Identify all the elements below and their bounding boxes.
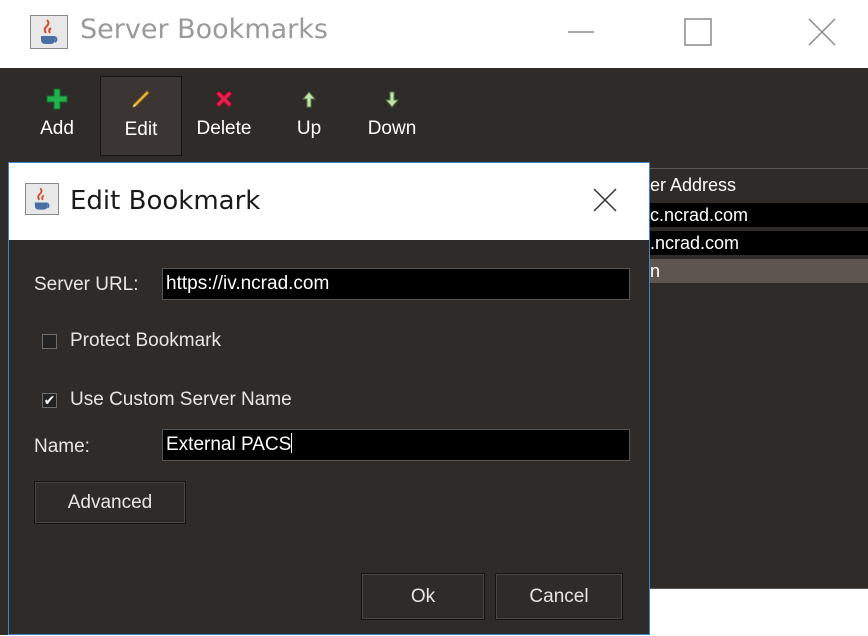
checkmark-icon: ✔ (43, 392, 56, 409)
add-label: Add (40, 118, 74, 139)
up-label: Up (296, 118, 322, 139)
java-cup-icon (30, 15, 68, 49)
server-url-label: Server URL: (34, 274, 139, 295)
plus-icon (46, 76, 68, 110)
window-title: Server Bookmarks (80, 14, 328, 45)
server-url-input[interactable]: https://iv.ncrad.com (162, 268, 630, 300)
table-header[interactable]: er Address (648, 173, 868, 197)
maximize-icon[interactable] (668, 10, 728, 54)
ok-button[interactable]: Ok (361, 573, 485, 620)
minimize-icon[interactable] (551, 10, 611, 54)
edit-button[interactable]: Edit (100, 76, 182, 156)
name-label: Name: (34, 436, 90, 457)
delete-button[interactable]: Delete (188, 76, 260, 156)
table-row[interactable]: .ncrad.com (648, 231, 868, 255)
name-input[interactable]: External PACS (162, 429, 630, 461)
custom-server-name-checkbox[interactable]: ✔ (42, 393, 57, 408)
dialog-title: Edit Bookmark (70, 186, 261, 216)
window-bottom-edge (648, 588, 868, 636)
protect-bookmark-checkbox[interactable] (42, 334, 57, 349)
close-icon[interactable] (792, 10, 852, 54)
text-cursor (291, 433, 293, 453)
arrow-down-icon (384, 76, 400, 110)
add-button[interactable]: Add (28, 76, 86, 156)
table-row[interactable]: c.ncrad.com (648, 203, 868, 227)
table-row[interactable]: n (648, 259, 868, 283)
java-cup-icon (25, 183, 59, 215)
move-up-button[interactable]: Up (280, 76, 338, 156)
dialog-close-icon[interactable] (580, 180, 630, 220)
edit-label: Edit (124, 119, 158, 140)
pencil-icon (129, 77, 153, 111)
arrow-up-icon (301, 76, 317, 110)
cancel-button[interactable]: Cancel (495, 573, 623, 620)
bookmark-table: er Address c.ncrad.com .ncrad.com n (648, 168, 868, 589)
delete-label: Delete (196, 118, 252, 139)
down-label: Down (367, 118, 417, 139)
advanced-button[interactable]: Advanced (34, 481, 186, 524)
custom-server-name-label[interactable]: Use Custom Server Name (70, 389, 292, 411)
move-down-button[interactable]: Down (358, 76, 426, 156)
name-input-value: External PACS (166, 434, 292, 455)
protect-bookmark-label[interactable]: Protect Bookmark (70, 330, 221, 352)
x-icon (213, 76, 235, 110)
